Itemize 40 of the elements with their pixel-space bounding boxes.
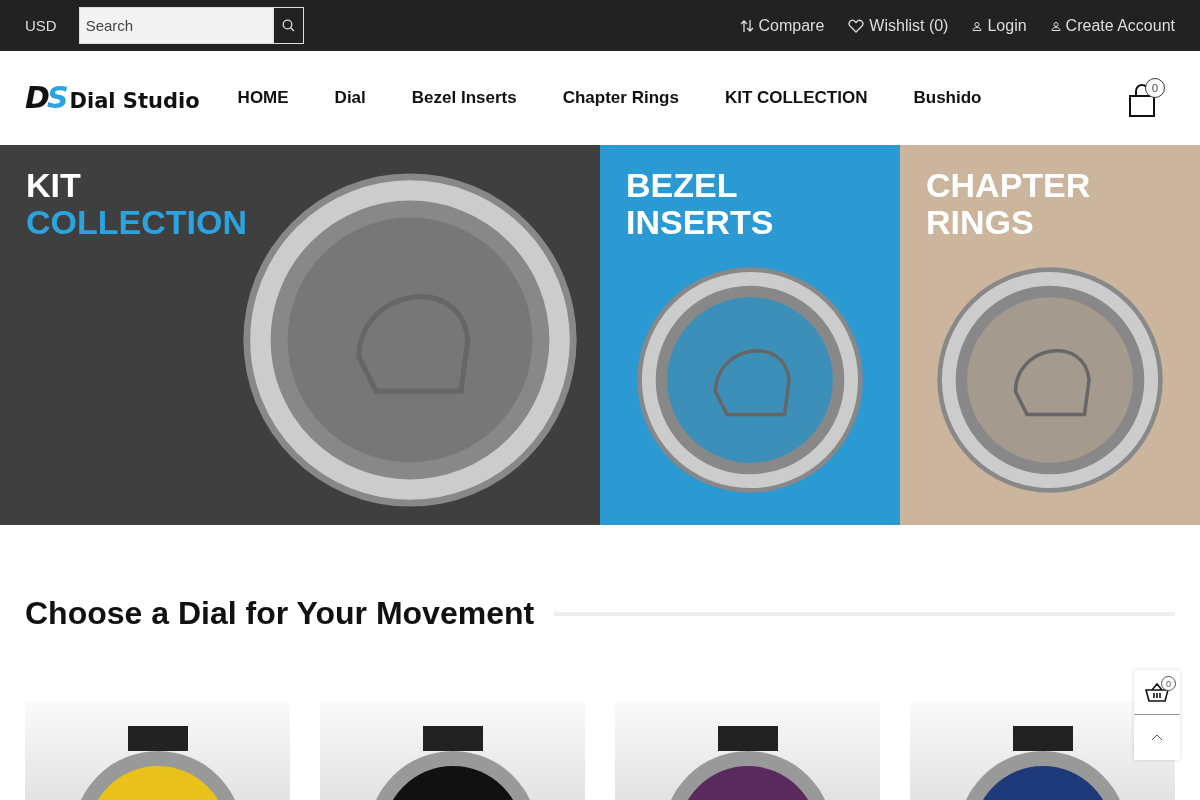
nav-link[interactable]: HOME [237, 88, 289, 108]
user-icon [1050, 20, 1061, 31]
search-icon [281, 19, 295, 32]
wishlist-link[interactable]: Wishlist (0) [848, 16, 949, 35]
banner-title: COLLECTION [26, 204, 248, 242]
nav-link[interactable]: Bushido [913, 88, 982, 108]
logo[interactable]: DSDial Studio [25, 83, 200, 113]
cart-count: 0 [1145, 78, 1165, 98]
banner-title: KIT [26, 167, 82, 205]
user-link[interactable]: Login [972, 16, 1027, 35]
user-icon [972, 20, 983, 31]
basket-count: 0 [1161, 676, 1176, 691]
banner-title: RINGS [926, 204, 1035, 242]
product-image[interactable] [910, 702, 1175, 800]
banner-title: BEZEL [626, 167, 739, 205]
chevron-up-icon [1151, 734, 1163, 741]
link-label: Wishlist (0) [869, 16, 949, 35]
nav-link[interactable]: KIT COLLECTION [724, 88, 868, 108]
search-button[interactable] [272, 7, 304, 44]
cart-button[interactable]: 0 [1125, 78, 1165, 118]
link-label: Login [987, 16, 1027, 35]
heart-icon [848, 18, 865, 33]
promo-banner[interactable]: KIT COLLECTION [0, 145, 600, 525]
product-image[interactable] [320, 702, 585, 800]
banner-title: INSERTS [626, 204, 775, 242]
currency-selector[interactable]: USD [25, 17, 57, 34]
compare-link[interactable]: Compare [739, 16, 825, 35]
banner-title: CHAPTER [926, 167, 1092, 205]
basket-icon [1145, 682, 1169, 702]
shopping-bag-icon [1128, 84, 1156, 118]
nav-link[interactable]: Chapter Rings [562, 88, 679, 108]
product-image[interactable] [25, 702, 290, 800]
nav-link[interactable]: Bezel Inserts [411, 88, 517, 108]
search-field[interactable]: Search [78, 7, 273, 44]
swap-arrows-icon [739, 18, 754, 33]
basket-button[interactable]: 0 [1134, 670, 1180, 715]
section-title: Choose a Dial for Your Movement [25, 595, 535, 632]
link-label: Compare [758, 16, 825, 35]
nav-link[interactable]: Dial [334, 88, 366, 108]
product-image[interactable] [615, 702, 880, 800]
